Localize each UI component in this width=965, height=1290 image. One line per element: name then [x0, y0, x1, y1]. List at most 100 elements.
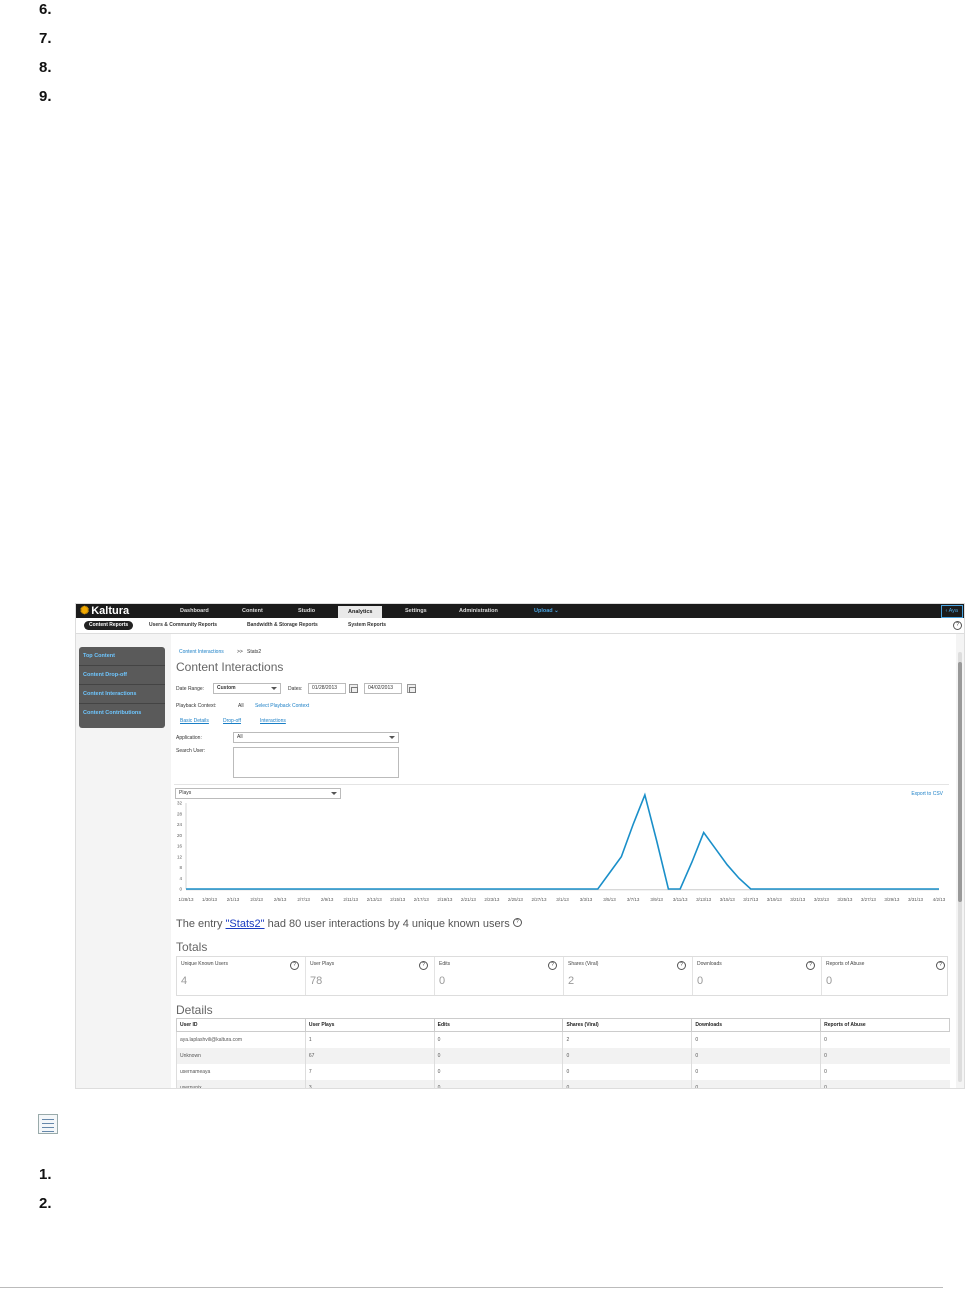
sidebar-item-content-interactions[interactable]: Content Interactions	[79, 685, 165, 704]
tab-dashboard[interactable]: Dashboard	[180, 604, 209, 618]
subtab-basic-details[interactable]: Basic Details	[180, 718, 209, 724]
column-header[interactable]: Edits	[433, 1018, 564, 1032]
upload-menu[interactable]: Upload ⌄	[534, 604, 559, 618]
column-header[interactable]: User ID	[176, 1018, 306, 1032]
calendar-icon[interactable]	[349, 684, 358, 693]
plays-chart: Plays Export to CSV 32 28 24 20 16 12 8 4 0 1/28/…	[174, 784, 949, 902]
search-user-input[interactable]	[233, 747, 399, 778]
details-table: User ID User Plays Edits Shares (Viral) Down…	[176, 1018, 950, 1088]
sidebar-item-content-contributions[interactable]: Content Contributions	[79, 704, 165, 722]
total-cell: Reports of Abuse 0?	[822, 957, 951, 995]
tab-administration[interactable]: Administration	[459, 604, 498, 618]
tab-analytics[interactable]: Analytics	[338, 606, 383, 618]
calendar-icon[interactable]	[407, 684, 416, 693]
tab-studio[interactable]: Studio	[298, 604, 315, 618]
document-list-icon	[38, 1114, 58, 1134]
help-icon[interactable]: ?	[936, 961, 945, 970]
x-tick-label: 1/28/13	[178, 897, 194, 902]
metric-value: Plays	[179, 790, 192, 796]
table-row[interactable]: aya.laplashvili@kaltura.com 1 0 2 0 0	[176, 1031, 950, 1048]
playback-context-label: Playback Context:	[176, 703, 217, 709]
column-header[interactable]: Shares (Viral)	[562, 1018, 693, 1032]
chevron-down-icon	[331, 792, 337, 795]
x-tick-label: 2/23/13	[484, 897, 500, 902]
table-row[interactable]: Unknown 67 0 0 0 0	[176, 1048, 950, 1064]
total-value: 0	[826, 975, 833, 987]
help-icon[interactable]: ?	[419, 961, 428, 970]
sidebar-item-top-content[interactable]: Top Content	[79, 647, 165, 666]
tab-users-community-reports[interactable]: Users & Community Reports	[149, 621, 217, 630]
table-row[interactable]: usernameaya 7 0 0 0 0	[176, 1064, 950, 1080]
subtab-interactions[interactable]: Interactions	[260, 718, 286, 724]
x-tick-label: 2/27/13	[531, 897, 547, 902]
x-tick-label: 3/19/13	[767, 897, 783, 902]
x-tick-label: 3/5/13	[603, 897, 616, 902]
x-tick-label: 3/15/13	[720, 897, 736, 902]
table-cell: 2	[562, 1031, 692, 1048]
y-tick-label: 16	[177, 844, 183, 849]
chevron-down-icon	[271, 687, 277, 690]
x-tick-label: 2/17/13	[414, 897, 430, 902]
date-from-input[interactable]: 01/28/2013	[308, 683, 346, 694]
x-tick-label: 1/30/13	[202, 897, 218, 902]
tab-content[interactable]: Content	[242, 604, 263, 618]
user-menu[interactable]: ‹ Aya	[940, 605, 963, 618]
metric-select[interactable]: Plays	[175, 788, 341, 799]
column-header[interactable]: Reports of Abuse	[820, 1018, 950, 1032]
sidebar-item-content-drop-off[interactable]: Content Drop-off	[79, 666, 165, 685]
help-icon[interactable]: ?	[806, 961, 815, 970]
scrollbar[interactable]	[958, 652, 962, 1082]
column-header[interactable]: User Plays	[304, 1018, 435, 1032]
help-icon[interactable]: ?	[953, 621, 962, 630]
table-cell: Unknown	[176, 1048, 306, 1064]
chart-svg: 32 28 24 20 16 12 8 4 0 1/28/13 1/30/13 2/1/13 2/3/1…	[177, 792, 946, 902]
list-number: 9.	[39, 88, 52, 105]
subtab-drop-off[interactable]: Drop-off	[223, 718, 241, 724]
breadcrumb-link[interactable]: Content Interactions	[179, 649, 224, 655]
tab-bandwidth-storage-reports[interactable]: Bandwidth & Storage Reports	[247, 621, 318, 630]
y-tick-label: 8	[179, 865, 182, 870]
table-row[interactable]: usernunix 3 0 0 0 0	[176, 1080, 950, 1088]
search-user-label: Search User:	[176, 748, 206, 754]
help-icon[interactable]: ?	[290, 961, 299, 970]
y-tick-label: 28	[177, 811, 183, 816]
list-number: 2.	[39, 1195, 52, 1212]
total-cell: Downloads 0?	[693, 957, 822, 995]
scrollbar-thumb[interactable]	[958, 662, 962, 902]
x-tick-label: 3/13/13	[696, 897, 712, 902]
y-tick-label: 20	[177, 833, 183, 838]
table-cell: 67	[304, 1048, 435, 1064]
help-icon[interactable]: ?	[677, 961, 686, 970]
column-header[interactable]: Downloads	[691, 1018, 822, 1032]
upload-label: Upload	[534, 608, 553, 614]
kaltura-logo: ✺ Kaltura	[80, 605, 130, 617]
application-select[interactable]: All	[233, 732, 399, 743]
x-tick-label: 3/11/13	[673, 897, 688, 902]
table-cell: 0	[433, 1031, 563, 1048]
x-tick-label: 3/17/13	[743, 897, 759, 902]
total-label: User Plays	[310, 961, 335, 967]
help-icon[interactable]: ?	[548, 961, 557, 970]
table-cell: 0	[820, 1064, 950, 1080]
entry-link[interactable]: "Stats2"	[226, 918, 265, 930]
x-tick-label: 2/5/13	[274, 897, 287, 902]
report-main: Content Interactions >> Stats2 Content I…	[171, 634, 956, 1088]
x-tick-label: 3/23/13	[814, 897, 830, 902]
date-range-value: Custom	[217, 685, 236, 691]
tab-system-reports[interactable]: System Reports	[348, 621, 386, 630]
date-range-select[interactable]: Custom	[213, 683, 281, 694]
table-cell: aya.laplashvili@kaltura.com	[176, 1031, 306, 1048]
help-icon[interactable]: ?	[512, 918, 522, 927]
brand-name: Kaltura	[91, 605, 130, 617]
x-tick-label: 3/9/13	[650, 897, 663, 902]
table-cell: 0	[691, 1048, 821, 1064]
select-playback-context-link[interactable]: Select Playback Context	[255, 703, 309, 709]
tab-content-reports[interactable]: Content Reports	[84, 621, 134, 630]
interaction-summary: The entry "Stats2" had 80 user interacti…	[176, 918, 522, 930]
tab-settings[interactable]: Settings	[405, 604, 427, 618]
list-number: 7.	[39, 30, 52, 47]
export-csv-link[interactable]: Export to CSV	[911, 791, 943, 797]
table-cell: 0	[562, 1064, 692, 1080]
date-to-input[interactable]: 04/02/2013	[364, 683, 402, 694]
table-cell: 0	[820, 1048, 950, 1064]
